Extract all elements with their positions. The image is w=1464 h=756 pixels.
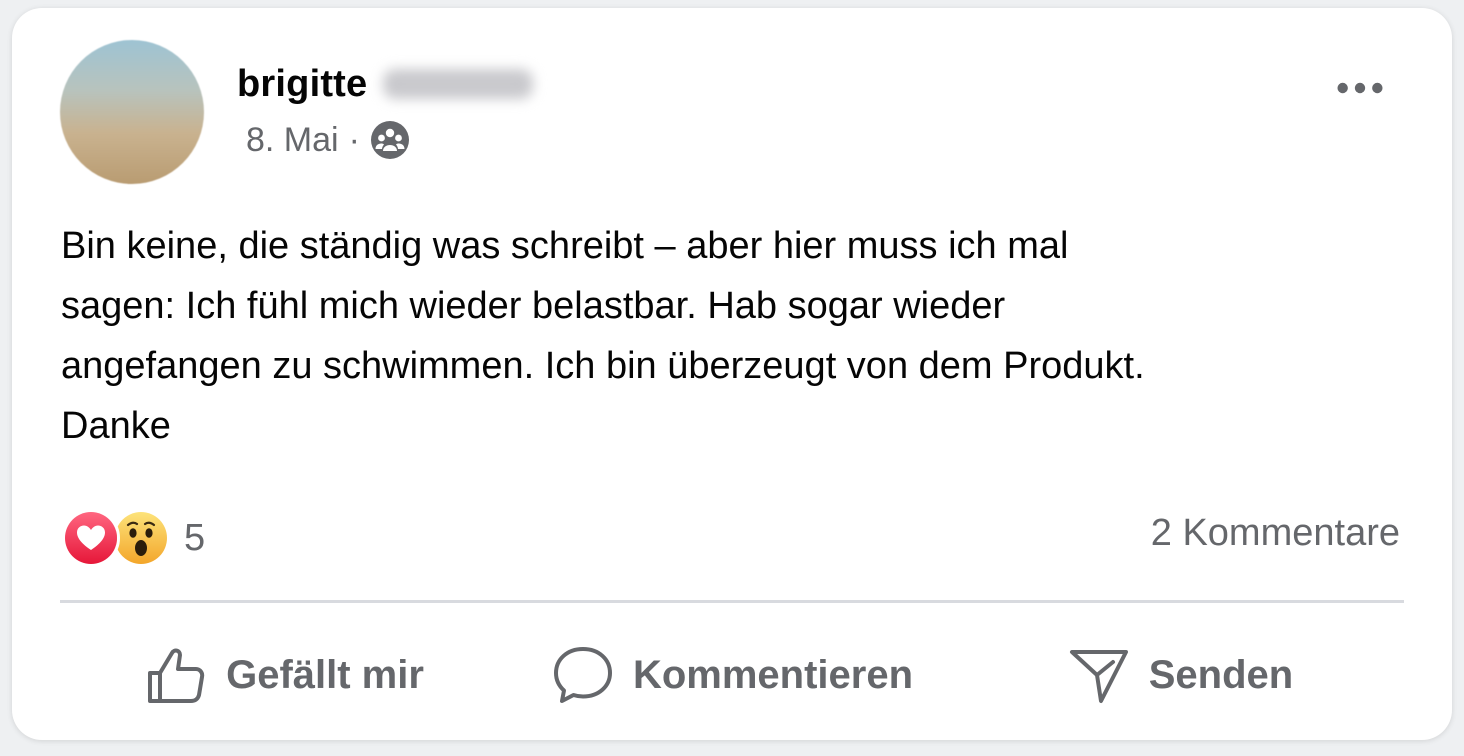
thumbs-up-icon (148, 648, 205, 703)
comment-bubble-icon (553, 647, 612, 703)
post-meta: 8. Mai · (246, 118, 410, 162)
post-text: Bin keine, die ständig was schreibt – ab… (61, 225, 1145, 447)
author-name[interactable]: brigitte (237, 63, 367, 106)
love-reaction-icon (62, 509, 120, 567)
comments-count-link[interactable]: 2 Kommentare (1151, 512, 1400, 555)
more-options-button[interactable] (1330, 68, 1390, 108)
meta-separator: · (348, 120, 360, 159)
post-author: brigitte (237, 60, 534, 108)
like-label: Gefällt mir (226, 652, 424, 697)
wow-reaction-icon (112, 509, 170, 567)
comment-label: Kommentieren (632, 652, 914, 697)
post-card: brigitte 8. Mai · Bin keine, die ständig… (12, 8, 1452, 740)
divider (60, 600, 1404, 603)
reactions-summary[interactable]: 5 (62, 508, 205, 568)
group-icon[interactable] (370, 120, 410, 160)
avatar[interactable] (60, 40, 204, 184)
more-horizontal-icon (1337, 82, 1383, 94)
comment-button[interactable]: Kommentieren (508, 630, 956, 720)
post-date[interactable]: 8. Mai (246, 121, 339, 160)
like-button[interactable]: Gefällt mir (60, 630, 508, 720)
send-icon (1069, 650, 1128, 703)
send-label: Senden (1148, 652, 1294, 697)
post-actions: Gefällt mir Kommentieren Senden (60, 630, 1404, 720)
send-button[interactable]: Senden (956, 630, 1404, 720)
blurred-surname (383, 69, 534, 99)
reaction-count: 5 (184, 516, 206, 559)
